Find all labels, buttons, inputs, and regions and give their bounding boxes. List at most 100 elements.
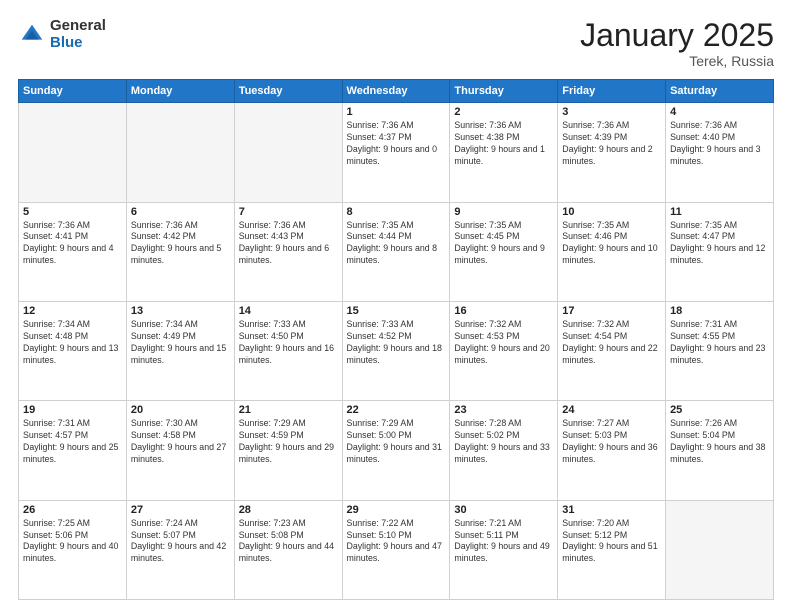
cell-details: Sunrise: 7:33 AM Sunset: 4:50 PM Dayligh…	[239, 319, 338, 367]
calendar-cell: 3 Sunrise: 7:36 AM Sunset: 4:39 PM Daylig…	[558, 103, 666, 202]
calendar-cell	[19, 103, 127, 202]
cell-details: Sunrise: 7:29 AM Sunset: 5:00 PM Dayligh…	[347, 418, 446, 466]
day-number: 1	[347, 106, 446, 118]
cell-details: Sunrise: 7:35 AM Sunset: 4:46 PM Dayligh…	[562, 220, 661, 268]
logo-blue: Blue	[50, 35, 106, 52]
day-number: 5	[23, 206, 122, 218]
cell-details: Sunrise: 7:36 AM Sunset: 4:38 PM Dayligh…	[454, 120, 553, 168]
calendar-cell	[666, 500, 774, 599]
day-number: 3	[562, 106, 661, 118]
day-number: 30	[454, 504, 553, 516]
day-number: 12	[23, 305, 122, 317]
cell-details: Sunrise: 7:36 AM Sunset: 4:41 PM Dayligh…	[23, 220, 122, 268]
calendar-cell: 11 Sunrise: 7:35 AM Sunset: 4:47 PM Dayli…	[666, 202, 774, 301]
day-number: 31	[562, 504, 661, 516]
col-header-saturday: Saturday	[666, 80, 774, 103]
day-number: 17	[562, 305, 661, 317]
cell-details: Sunrise: 7:24 AM Sunset: 5:07 PM Dayligh…	[131, 518, 230, 566]
cell-details: Sunrise: 7:34 AM Sunset: 4:48 PM Dayligh…	[23, 319, 122, 367]
title-block: January 2025 Terek, Russia	[580, 18, 774, 69]
day-number: 18	[670, 305, 769, 317]
cell-details: Sunrise: 7:36 AM Sunset: 4:39 PM Dayligh…	[562, 120, 661, 168]
calendar-cell: 24Sunrise: 7:27 AM Sunset: 5:03 PM Dayli…	[558, 401, 666, 500]
calendar-cell: 8Sunrise: 7:35 AM Sunset: 4:44 PM Daylig…	[342, 202, 450, 301]
logo: General Blue	[18, 18, 106, 51]
cell-details: Sunrise: 7:36 AM Sunset: 4:42 PM Dayligh…	[131, 220, 230, 268]
calendar-cell: 7Sunrise: 7:36 AM Sunset: 4:43 PM Daylig…	[234, 202, 342, 301]
day-number: 6	[131, 206, 230, 218]
day-number: 16	[454, 305, 553, 317]
day-number: 29	[347, 504, 446, 516]
cell-details: Sunrise: 7:30 AM Sunset: 4:58 PM Dayligh…	[131, 418, 230, 466]
day-number: 10	[562, 206, 661, 218]
cell-details: Sunrise: 7:33 AM Sunset: 4:52 PM Dayligh…	[347, 319, 446, 367]
calendar-cell	[234, 103, 342, 202]
calendar-cell: 5 Sunrise: 7:36 AM Sunset: 4:41 PM Daylig…	[19, 202, 127, 301]
calendar-cell: 22 Sunrise: 7:29 AM Sunset: 5:00 PM Dayli…	[342, 401, 450, 500]
calendar-week-2: 5 Sunrise: 7:36 AM Sunset: 4:41 PM Daylig…	[19, 202, 774, 301]
calendar-cell: 9Sunrise: 7:35 AM Sunset: 4:45 PM Daylig…	[450, 202, 558, 301]
cell-details: Sunrise: 7:34 AM Sunset: 4:49 PM Dayligh…	[131, 319, 230, 367]
logo-icon	[18, 21, 46, 49]
calendar-cell: 6 Sunrise: 7:36 AM Sunset: 4:42 PM Daylig…	[126, 202, 234, 301]
cell-details: Sunrise: 7:31 AM Sunset: 4:57 PM Dayligh…	[23, 418, 122, 466]
cell-details: Sunrise: 7:35 AM Sunset: 4:47 PM Dayligh…	[670, 220, 769, 268]
calendar-cell: 21Sunrise: 7:29 AM Sunset: 4:59 PM Dayli…	[234, 401, 342, 500]
calendar-week-5: 26Sunrise: 7:25 AM Sunset: 5:06 PM Dayli…	[19, 500, 774, 599]
calendar-cell: 2Sunrise: 7:36 AM Sunset: 4:38 PM Daylig…	[450, 103, 558, 202]
calendar-cell: 10 Sunrise: 7:35 AM Sunset: 4:46 PM Dayli…	[558, 202, 666, 301]
calendar-week-1: 1 Sunrise: 7:36 AM Sunset: 4:37 PM Daylig…	[19, 103, 774, 202]
col-header-thursday: Thursday	[450, 80, 558, 103]
day-number: 22	[347, 404, 446, 416]
calendar-week-4: 19 Sunrise: 7:31 AM Sunset: 4:57 PM Dayli…	[19, 401, 774, 500]
calendar-table: SundayMondayTuesdayWednesdayThursdayFrid…	[18, 79, 774, 600]
calendar-cell: 16 Sunrise: 7:32 AM Sunset: 4:53 PM Dayli…	[450, 301, 558, 400]
cell-details: Sunrise: 7:36 AM Sunset: 4:37 PM Dayligh…	[347, 120, 446, 168]
calendar-cell: 15 Sunrise: 7:33 AM Sunset: 4:52 PM Dayli…	[342, 301, 450, 400]
calendar-cell: 23Sunrise: 7:28 AM Sunset: 5:02 PM Dayli…	[450, 401, 558, 500]
calendar-cell: 17 Sunrise: 7:32 AM Sunset: 4:54 PM Dayli…	[558, 301, 666, 400]
calendar-cell: 12 Sunrise: 7:34 AM Sunset: 4:48 PM Dayli…	[19, 301, 127, 400]
calendar-cell: 14Sunrise: 7:33 AM Sunset: 4:50 PM Dayli…	[234, 301, 342, 400]
col-header-tuesday: Tuesday	[234, 80, 342, 103]
day-number: 19	[23, 404, 122, 416]
cell-details: Sunrise: 7:31 AM Sunset: 4:55 PM Dayligh…	[670, 319, 769, 367]
cell-details: Sunrise: 7:26 AM Sunset: 5:04 PM Dayligh…	[670, 418, 769, 466]
day-number: 27	[131, 504, 230, 516]
calendar-cell: 13 Sunrise: 7:34 AM Sunset: 4:49 PM Dayli…	[126, 301, 234, 400]
location: Terek, Russia	[580, 53, 774, 69]
page: General Blue January 2025 Terek, Russia …	[0, 0, 792, 612]
col-header-wednesday: Wednesday	[342, 80, 450, 103]
calendar-header-row: SundayMondayTuesdayWednesdayThursdayFrid…	[19, 80, 774, 103]
calendar-cell: 26Sunrise: 7:25 AM Sunset: 5:06 PM Dayli…	[19, 500, 127, 599]
logo-text: General Blue	[50, 18, 106, 51]
col-header-friday: Friday	[558, 80, 666, 103]
day-number: 28	[239, 504, 338, 516]
calendar-cell: 28 Sunrise: 7:23 AM Sunset: 5:08 PM Dayli…	[234, 500, 342, 599]
cell-details: Sunrise: 7:22 AM Sunset: 5:10 PM Dayligh…	[347, 518, 446, 566]
calendar-cell	[126, 103, 234, 202]
cell-details: Sunrise: 7:25 AM Sunset: 5:06 PM Dayligh…	[23, 518, 122, 566]
calendar-cell: 20 Sunrise: 7:30 AM Sunset: 4:58 PM Dayli…	[126, 401, 234, 500]
cell-details: Sunrise: 7:36 AM Sunset: 4:43 PM Dayligh…	[239, 220, 338, 268]
day-number: 13	[131, 305, 230, 317]
cell-details: Sunrise: 7:35 AM Sunset: 4:45 PM Dayligh…	[454, 220, 553, 268]
cell-details: Sunrise: 7:21 AM Sunset: 5:11 PM Dayligh…	[454, 518, 553, 566]
cell-details: Sunrise: 7:36 AM Sunset: 4:40 PM Dayligh…	[670, 120, 769, 168]
calendar-cell: 27 Sunrise: 7:24 AM Sunset: 5:07 PM Dayli…	[126, 500, 234, 599]
cell-details: Sunrise: 7:28 AM Sunset: 5:02 PM Dayligh…	[454, 418, 553, 466]
header: General Blue January 2025 Terek, Russia	[18, 18, 774, 69]
day-number: 20	[131, 404, 230, 416]
calendar-cell: 31Sunrise: 7:20 AM Sunset: 5:12 PM Dayli…	[558, 500, 666, 599]
calendar-cell: 25Sunrise: 7:26 AM Sunset: 5:04 PM Dayli…	[666, 401, 774, 500]
day-number: 24	[562, 404, 661, 416]
month-title: January 2025	[580, 18, 774, 53]
cell-details: Sunrise: 7:35 AM Sunset: 4:44 PM Dayligh…	[347, 220, 446, 268]
calendar-cell: 30 Sunrise: 7:21 AM Sunset: 5:11 PM Dayli…	[450, 500, 558, 599]
cell-details: Sunrise: 7:32 AM Sunset: 4:53 PM Dayligh…	[454, 319, 553, 367]
cell-details: Sunrise: 7:23 AM Sunset: 5:08 PM Dayligh…	[239, 518, 338, 566]
cell-details: Sunrise: 7:32 AM Sunset: 4:54 PM Dayligh…	[562, 319, 661, 367]
calendar-cell: 1 Sunrise: 7:36 AM Sunset: 4:37 PM Daylig…	[342, 103, 450, 202]
day-number: 11	[670, 206, 769, 218]
day-number: 15	[347, 305, 446, 317]
